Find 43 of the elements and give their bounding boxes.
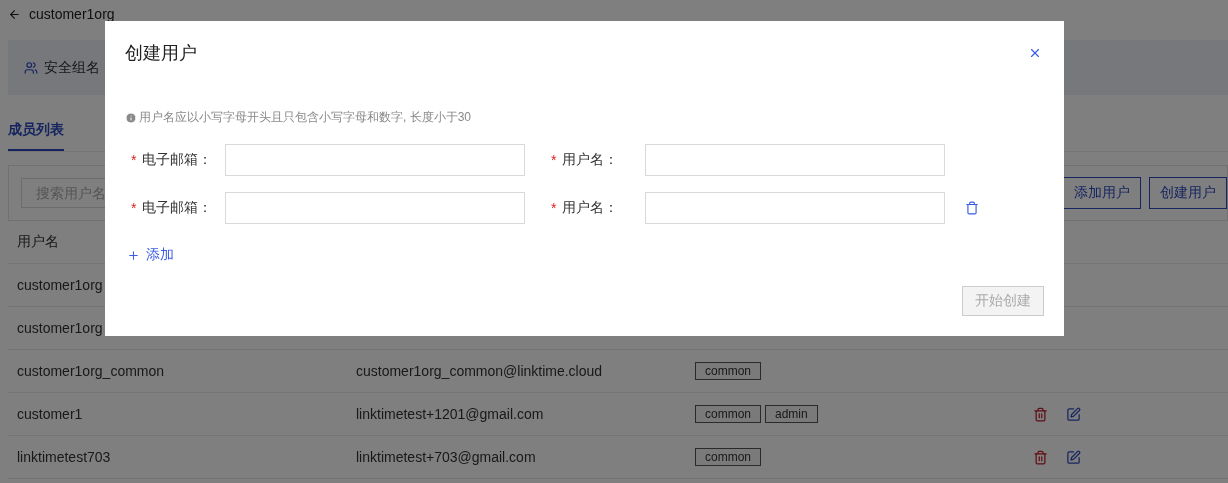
toolbar-button[interactable]: 创建用户: [1149, 177, 1227, 209]
info-icon: [125, 111, 137, 124]
required-mark: *: [131, 200, 137, 216]
role-tag: common: [695, 405, 761, 423]
email-field[interactable]: [225, 192, 525, 224]
username-cell-text: linktimetest703: [17, 449, 112, 465]
delete-icon[interactable]: [1033, 406, 1048, 422]
page-title: customer1org: [29, 6, 115, 22]
role-tag: common: [695, 362, 761, 380]
username-cell-text: customer1org: [17, 320, 104, 336]
edit-icon[interactable]: [1066, 406, 1081, 422]
hint-text: 用户名应以小写字母开头且只包含小写字母和数字, 长度小于30: [139, 109, 471, 126]
toolbar-button[interactable]: 添加用户: [1063, 177, 1141, 209]
role-tag: admin: [765, 405, 818, 423]
role-tag: common: [695, 448, 761, 466]
field-label: 电子邮箱：: [142, 199, 213, 217]
username-cell-text: customer1org: [17, 277, 104, 293]
required-mark: *: [551, 200, 557, 216]
required-mark: *: [131, 152, 137, 168]
tab[interactable]: 成员列表: [8, 111, 64, 151]
field-label: 电子邮箱：: [142, 151, 213, 169]
email-cell-text: linktimetest+1201@gmail.com: [356, 406, 545, 422]
users-icon: [24, 60, 38, 75]
column-header: 用户名: [17, 233, 60, 251]
username-field[interactable]: [645, 144, 945, 176]
username-cell-text: customer1: [17, 406, 84, 422]
username-field[interactable]: [645, 192, 945, 224]
email-cell-text: customer1org_common@linktime.cloud: [356, 363, 604, 379]
field-label: 用户名：: [562, 151, 619, 169]
required-mark: *: [551, 152, 557, 168]
delete-icon[interactable]: [1033, 449, 1048, 465]
plus-icon: [127, 248, 140, 262]
email-field[interactable]: [225, 144, 525, 176]
close-icon[interactable]: [1028, 46, 1042, 60]
edit-icon[interactable]: [1066, 449, 1081, 465]
dialog-title: 创建用户: [125, 42, 197, 65]
email-cell-text: linktimetest+703@gmail.com: [356, 449, 537, 465]
banner-text: 安全组名: [44, 58, 100, 77]
delete-icon[interactable]: [965, 201, 979, 215]
username-cell-text: customer1org_common: [17, 363, 166, 379]
add-button[interactable]: 添加: [125, 246, 174, 264]
field-label: 用户名：: [562, 199, 619, 217]
back-icon[interactable]: [8, 7, 21, 21]
